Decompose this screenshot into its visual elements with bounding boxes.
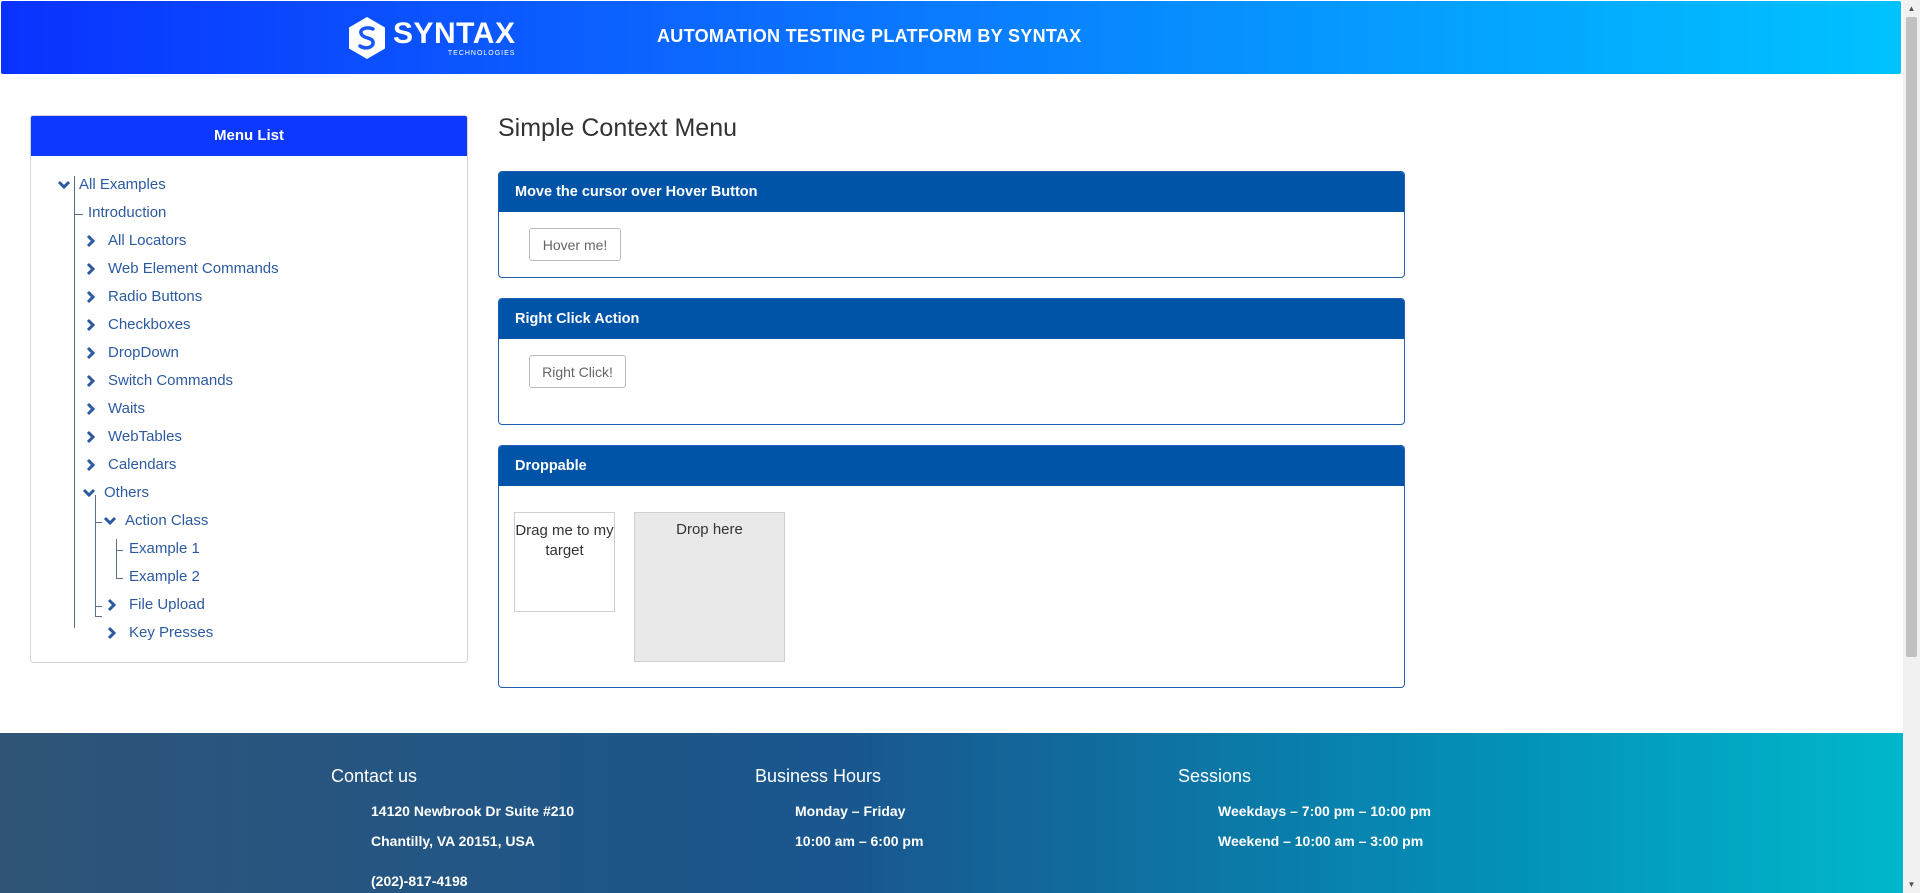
tree-line xyxy=(74,176,75,628)
chevron-right-icon[interactable] xyxy=(86,262,104,276)
chevron-right-icon[interactable] xyxy=(86,234,104,248)
tree-item-waits[interactable]: Waits xyxy=(86,400,145,417)
tree-item-web-element-commands[interactable]: Web Element Commands xyxy=(86,260,279,277)
chevron-right-icon[interactable] xyxy=(107,598,125,612)
draggable-box[interactable]: Drag me to my target xyxy=(514,512,615,612)
tree-item-others[interactable]: Others xyxy=(82,484,149,501)
tree-item-dropdown[interactable]: DropDown xyxy=(86,344,179,361)
hover-me-button[interactable]: Hover me! xyxy=(529,228,621,261)
tree-item-label: Calendars xyxy=(108,456,177,473)
footer-sessions-title: Sessions xyxy=(1178,766,1252,786)
header-bar: SYNTAX TECHNOLOGIES AUTOMATION TESTING P… xyxy=(1,1,1901,74)
tree-line xyxy=(95,606,102,607)
tree-line xyxy=(95,616,102,617)
tree-item-label: Web Element Commands xyxy=(108,260,279,277)
tree-item-label: Switch Commands xyxy=(108,372,234,389)
vertical-scrollbar[interactable]: ▲ ▼ xyxy=(1903,0,1920,893)
syntax-logo-icon xyxy=(349,17,385,59)
logo-subtext: TECHNOLOGIES xyxy=(447,50,516,57)
footer-address-line-2: Chantilly, VA 20151, USA xyxy=(371,833,535,849)
tree-item-label: File Upload xyxy=(129,596,205,613)
chevron-down-icon[interactable] xyxy=(103,516,121,526)
tree-item-action-class[interactable]: Action Class xyxy=(103,512,208,529)
tree-item-key-presses[interactable]: Key Presses xyxy=(107,624,213,641)
chevron-right-icon[interactable] xyxy=(86,430,104,444)
chevron-down-icon[interactable] xyxy=(82,488,100,498)
tree-item-example-1[interactable]: Example 1 xyxy=(129,540,200,557)
tree-item-example-2[interactable]: Example 2 xyxy=(129,568,200,585)
footer-phone[interactable]: (202)-817-4198 xyxy=(371,873,468,889)
syntax-logo[interactable]: SYNTAX TECHNOLOGIES xyxy=(347,16,515,60)
tree-item-all-examples[interactable]: All Examples xyxy=(57,176,166,193)
footer-hours-days: Monday – Friday xyxy=(795,803,906,819)
tree-item-label: Checkboxes xyxy=(108,316,191,333)
chevron-right-icon[interactable] xyxy=(86,458,104,472)
tree-line xyxy=(116,578,123,579)
tree-line xyxy=(95,495,96,617)
tree-line xyxy=(74,214,83,215)
chevron-right-icon[interactable] xyxy=(86,346,104,360)
right-click-card: Right Click Action Right Click! xyxy=(498,298,1405,425)
scroll-up-arrow-icon[interactable]: ▲ xyxy=(1903,0,1920,17)
tree-item-label: DropDown xyxy=(108,344,179,361)
droppable-card-heading: Droppable xyxy=(499,446,1404,486)
tree-item-label: Radio Buttons xyxy=(108,288,203,305)
chevron-right-icon[interactable] xyxy=(107,626,125,640)
footer-sessions-weekdays: Weekdays – 7:00 pm – 10:00 pm xyxy=(1218,803,1431,819)
tree-item-introduction[interactable]: Introduction xyxy=(88,204,166,221)
footer-contact: Contact us 14120 Newbrook Dr Suite #210 … xyxy=(331,766,711,893)
tree-item-label: WebTables xyxy=(108,428,182,445)
tree-item-radio-buttons[interactable]: Radio Buttons xyxy=(86,288,202,305)
tree-item-calendars[interactable]: Calendars xyxy=(86,456,176,473)
footer-sessions: Sessions Weekdays – 7:00 pm – 10:00 pm W… xyxy=(1178,766,1598,893)
chevron-right-icon[interactable] xyxy=(86,374,104,388)
hover-card: Move the cursor over Hover Button Hover … xyxy=(498,171,1405,278)
tree-item-label: Others xyxy=(104,484,150,501)
tree-item-label: Action Class xyxy=(125,512,209,529)
tree-item-label: Waits xyxy=(108,400,145,417)
menu-title: Menu List xyxy=(31,116,467,156)
footer-hours: Business Hours Monday – Friday 10:00 am … xyxy=(755,766,1135,893)
tree-item-file-upload[interactable]: File Upload xyxy=(107,596,205,613)
footer-sessions-weekend: Weekend – 10:00 am – 3:00 pm xyxy=(1218,833,1424,849)
right-click-card-heading: Right Click Action xyxy=(499,299,1404,339)
footer-contact-title: Contact us xyxy=(331,766,418,786)
tree-item-label: All Examples xyxy=(79,176,166,193)
chevron-right-icon[interactable] xyxy=(86,318,104,332)
page-title: Simple Context Menu xyxy=(498,114,738,142)
footer: Contact us 14120 Newbrook Dr Suite #210 … xyxy=(0,733,1903,893)
droppable-card: Droppable Drag me to my target Drop here xyxy=(498,445,1405,688)
tree-item-checkboxes[interactable]: Checkboxes xyxy=(86,316,191,333)
tree-item-label: All Locators xyxy=(108,232,187,249)
tree-line xyxy=(95,522,102,523)
tree-item-all-locators[interactable]: All Locators xyxy=(86,232,186,249)
logo-text: SYNTAX xyxy=(393,17,516,50)
tree-item-label: Example 2 xyxy=(129,568,200,585)
tree-line xyxy=(116,550,123,551)
tree-item-label: Key Presses xyxy=(129,624,214,641)
right-click-button[interactable]: Right Click! xyxy=(529,355,626,388)
menu-panel: Menu List All Examples Introduction All … xyxy=(30,115,468,663)
footer-address-line-1: 14120 Newbrook Dr Suite #210 xyxy=(371,803,575,819)
tree-line xyxy=(116,539,117,578)
drop-target[interactable]: Drop here xyxy=(634,512,785,662)
page: SYNTAX TECHNOLOGIES AUTOMATION TESTING P… xyxy=(0,0,1920,893)
tree-item-webtables[interactable]: WebTables xyxy=(86,428,182,445)
scrollbar-thumb[interactable] xyxy=(1906,17,1917,657)
tree-item-label: Introduction xyxy=(88,204,167,221)
tree-item-label: Example 1 xyxy=(129,540,200,557)
footer-hours-title: Business Hours xyxy=(755,766,882,786)
footer-hours-time: 10:00 am – 6:00 pm xyxy=(795,833,924,849)
header-title: AUTOMATION TESTING PLATFORM BY SYNTAX xyxy=(657,26,1082,46)
chevron-right-icon[interactable] xyxy=(86,402,104,416)
chevron-down-icon[interactable] xyxy=(57,180,75,190)
hover-card-heading: Move the cursor over Hover Button xyxy=(499,172,1404,212)
chevron-right-icon[interactable] xyxy=(86,290,104,304)
tree-item-switch-commands[interactable]: Switch Commands xyxy=(86,372,233,389)
scroll-down-arrow-icon[interactable]: ▼ xyxy=(1903,876,1920,893)
